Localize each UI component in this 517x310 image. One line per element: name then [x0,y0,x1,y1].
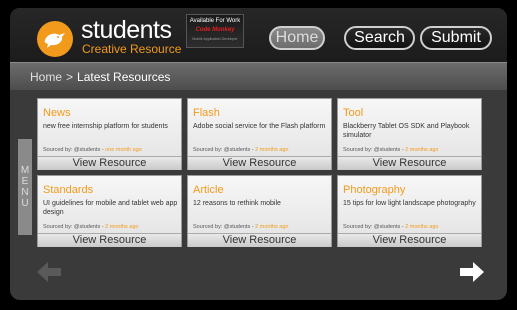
submit-button[interactable]: Submit [420,26,492,50]
source-date: one month ago [105,147,142,153]
card-description[interactable]: Adobe social service for the Flash platf… [193,122,331,131]
card-source: Sourced by: @students - one month ago [43,147,142,153]
source-user[interactable]: @students [74,224,100,230]
card-category: Tool [343,107,364,119]
card-source: Sourced by: @students - 2 months ago [343,147,438,153]
source-label: Sourced by: [343,147,373,153]
card-source: Sourced by: @students - 2 months ago [343,224,438,230]
resource-card: Standards UI guidelines for mobile and t… [37,175,182,247]
card-description[interactable]: 12 reasons to rethink mobile [193,199,331,208]
resource-card: Photography 15 tips for low light landsc… [337,175,482,247]
menu-letter: N [21,187,29,198]
card-category: Photography [343,184,406,196]
card-description[interactable]: UI guidelines for mobile and tablet web … [43,199,181,217]
resource-card: Tool Blackberry Tablet OS SDK and Playbo… [337,98,482,170]
source-label: Sourced by: [193,224,223,230]
source-user[interactable]: @students [224,224,250,230]
resource-card: Article 12 reasons to rethink mobile Sou… [187,175,332,247]
card-category: Standards [43,184,94,196]
ad-line-2: Code Monkey [195,27,235,33]
card-category: News [43,107,71,119]
source-date: 2 months ago [255,224,289,230]
source-date: 2 months ago [105,224,139,230]
card-source: Sourced by: @students - 2 months ago [193,224,288,230]
source-label: Sourced by: [343,224,373,230]
view-resource-button[interactable]: View Resource [338,156,481,170]
card-description[interactable]: Blackberry Tablet OS SDK and Playbook si… [343,122,481,140]
header: students Creative Resource Available For… [10,8,507,66]
card-category: Flash [193,107,220,119]
source-date: 2 months ago [255,147,289,153]
logo-title[interactable]: students [81,17,172,43]
menu-letter: M [20,165,30,176]
source-user[interactable]: @students [224,147,250,153]
bird-icon [44,33,65,48]
card-source: Sourced by: @students - 2 months ago [43,224,138,230]
source-date: 2 months ago [405,224,439,230]
source-label: Sourced by: [43,147,73,153]
source-user[interactable]: @students [374,147,400,153]
bird-logo-icon[interactable] [37,21,73,57]
app-frame: students Creative Resource Available For… [10,8,507,300]
view-resource-button[interactable]: View Resource [38,156,181,170]
ad-banner[interactable]: Available For Work Code Monkey Mobile Ap… [186,14,244,48]
home-button[interactable]: Home [269,26,325,50]
arrow-left-icon[interactable] [36,260,62,284]
view-resource-button[interactable]: View Resource [188,233,331,247]
ad-line-3: Mobile Application Developer [192,37,238,41]
breadcrumb: Home > Latest Resources [10,62,507,90]
breadcrumb-separator: > [66,69,74,84]
source-user[interactable]: @students [74,147,100,153]
card-category: Article [193,184,224,196]
logo-subtitle: Creative Resource [82,42,182,56]
view-resource-button[interactable]: View Resource [188,156,331,170]
source-label: Sourced by: [43,224,73,230]
breadcrumb-home-link[interactable]: Home [30,70,62,84]
resource-card: News new free internship platform for st… [37,98,182,170]
view-resource-button[interactable]: View Resource [38,233,181,247]
resource-card: Flash Adobe social service for the Flash… [187,98,332,170]
view-resource-button[interactable]: View Resource [338,233,481,247]
card-source: Sourced by: @students - 2 months ago [193,147,288,153]
card-description[interactable]: new free internship platform for student… [43,122,181,131]
breadcrumb-current: Latest Resources [77,69,171,84]
source-date: 2 months ago [405,147,439,153]
menu-tab[interactable]: M E N U [18,139,32,235]
source-user[interactable]: @students [374,224,400,230]
arrow-right-icon[interactable] [459,260,485,284]
card-description[interactable]: 15 tips for low light landscape photogra… [343,199,481,208]
ad-line-1: Available For Work [189,18,241,24]
source-label: Sourced by: [193,147,223,153]
menu-letter: E [21,176,29,187]
search-button[interactable]: Search [344,26,415,50]
menu-letter: U [21,198,29,209]
